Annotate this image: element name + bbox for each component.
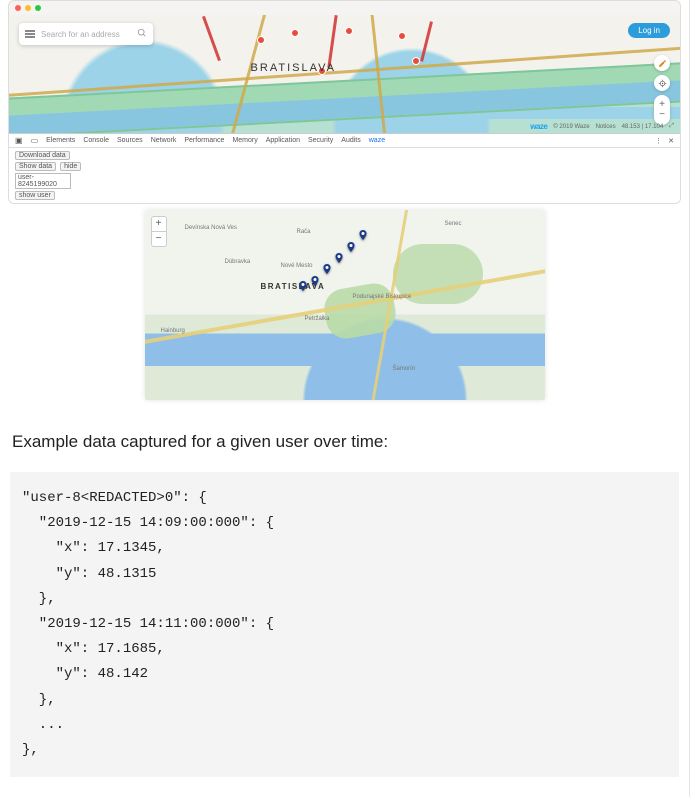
tab-waze[interactable]: waze — [369, 137, 385, 144]
tracking-map-figure: + − Devínska Nová Ves Dúbravka Rača Nové… — [145, 210, 545, 400]
tracking-map[interactable]: + − Devínska Nová Ves Dúbravka Rača Nové… — [145, 210, 545, 400]
maximize-icon[interactable] — [35, 5, 41, 11]
element-picker-icon[interactable]: ▣ — [15, 136, 23, 145]
zoom-out-icon[interactable]: − — [152, 232, 166, 246]
code-sample: "user-8<REDACTED>0": { "2019-12-15 14:09… — [10, 472, 679, 777]
zoom-control[interactable]: + − — [151, 216, 167, 247]
zoom-out-icon[interactable]: − — [659, 110, 665, 120]
copyright-text: © 2019 Waze — [553, 124, 589, 130]
device-toolbar-icon[interactable]: ▭ — [31, 136, 39, 145]
waze-logo: waze — [530, 122, 547, 131]
tab-sources[interactable]: Sources — [117, 137, 143, 144]
show-data-button[interactable]: Show data — [15, 162, 56, 171]
map-pin — [333, 250, 345, 262]
tab-elements[interactable]: Elements — [46, 137, 75, 144]
place-label: Devínska Nová Ves — [185, 225, 237, 231]
map-attribution: waze © 2019 Waze Notices 48.153 | 17.104… — [530, 122, 674, 131]
user-id-input[interactable]: user-8245199020 — [15, 173, 71, 189]
map-pin — [357, 227, 369, 239]
zoom-in-icon[interactable]: + — [152, 217, 166, 232]
caption-text: Example data captured for a given user o… — [12, 432, 677, 452]
tab-network[interactable]: Network — [151, 137, 177, 144]
tab-console[interactable]: Console — [83, 137, 109, 144]
expand-icon[interactable]: ⤢ — [669, 123, 674, 130]
place-label: Rača — [297, 229, 311, 235]
menu-icon[interactable] — [25, 30, 35, 38]
map-pin — [321, 261, 333, 273]
window-titlebar — [9, 1, 680, 15]
hide-button[interactable]: hide — [60, 162, 81, 171]
coords-text: 48.153 | 17.104 — [622, 124, 664, 130]
map-pin — [309, 273, 321, 285]
edit-icon[interactable] — [654, 55, 670, 71]
zoom-control[interactable]: + − — [654, 95, 670, 125]
map-pin — [345, 239, 357, 251]
devtools-more-icon[interactable]: ⋮ — [655, 137, 662, 145]
place-label: Petržalka — [305, 316, 330, 322]
search-icon[interactable] — [137, 28, 147, 41]
place-label: Hainburg — [161, 328, 185, 334]
search-box[interactable]: Search for an address — [19, 23, 153, 45]
locate-icon[interactable] — [654, 75, 670, 91]
city-label: BRATISLAVA — [251, 62, 336, 74]
login-button[interactable]: Log in — [628, 23, 670, 38]
tab-memory[interactable]: Memory — [232, 137, 257, 144]
place-label: Dúbravka — [225, 259, 251, 265]
tab-security[interactable]: Security — [308, 137, 333, 144]
minimize-icon[interactable] — [25, 5, 31, 11]
close-icon[interactable] — [15, 5, 21, 11]
tab-application[interactable]: Application — [266, 137, 300, 144]
devtools-panel: ▣ ▭ Elements Console Sources Network Per… — [9, 133, 680, 203]
search-input[interactable]: Search for an address — [41, 30, 137, 39]
download-data-button[interactable]: Download data — [15, 151, 70, 160]
tab-performance[interactable]: Performance — [184, 137, 224, 144]
place-label: Senec — [445, 221, 462, 227]
place-label: Podunajské Biskupice — [353, 294, 412, 300]
devtools-close-icon[interactable]: ✕ — [668, 137, 674, 145]
browser-window: BRATISLAVA Search for an address Log in … — [8, 0, 681, 204]
place-label: Šamorín — [393, 366, 416, 372]
devtools-tabs: ▣ ▭ Elements Console Sources Network Per… — [9, 134, 680, 148]
notices-link[interactable]: Notices — [596, 124, 616, 130]
map-pin — [297, 278, 309, 290]
map-tools: + − — [654, 55, 670, 125]
main-map[interactable]: BRATISLAVA Search for an address Log in … — [9, 15, 680, 133]
place-label: Nové Mesto — [281, 263, 313, 269]
tab-audits[interactable]: Audits — [341, 137, 360, 144]
show-user-button[interactable]: show user — [15, 191, 55, 200]
devtools-content: Download data Show data hide user-824519… — [9, 148, 680, 203]
